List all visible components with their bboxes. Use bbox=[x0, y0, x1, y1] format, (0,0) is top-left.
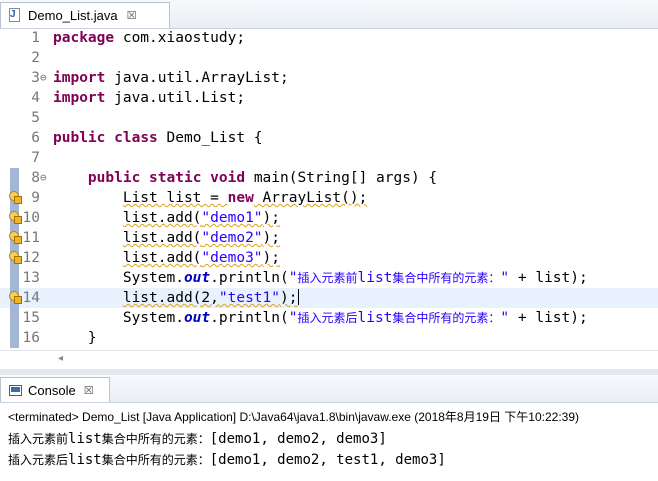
code-line: 6 public class Demo_List { bbox=[0, 128, 658, 148]
editor-tab-demo-list[interactable]: J Demo_List.java ☒ bbox=[0, 2, 170, 28]
code-line: 1 package com.xiaostudy; bbox=[0, 28, 658, 48]
code-text: import java.util.List; bbox=[53, 90, 246, 106]
fold-toggle-icon[interactable]: ⊖ bbox=[40, 168, 47, 188]
code-text: list.add("demo2"); bbox=[122, 230, 280, 246]
line-number: 8 bbox=[31, 170, 40, 186]
code-line: 10 list.add("demo1"); bbox=[0, 208, 658, 228]
code-text: public static void main(String[] args) { bbox=[87, 170, 438, 186]
code-text: list.add(2,"test1"); bbox=[122, 289, 300, 306]
code-text: System.out.println("插入元素前list集合中所有的元素：" … bbox=[122, 270, 588, 286]
line-number: 16 bbox=[22, 330, 40, 346]
code-text: List list = new ArrayList(); bbox=[122, 190, 368, 206]
editor-panel: J Demo_List.java ☒ 1 package com.xiaostu… bbox=[0, 0, 658, 369]
console-tab-bar: Console ☒ bbox=[0, 375, 658, 403]
line-number: 6 bbox=[31, 130, 40, 146]
line-number: 15 bbox=[22, 310, 40, 326]
code-line: 2 bbox=[0, 48, 658, 68]
code-line: 13 System.out.println("插入元素前list集合中所有的元素… bbox=[0, 268, 658, 288]
code-text: list.add("demo1"); bbox=[122, 210, 280, 226]
editor-tab-bar: J Demo_List.java ☒ bbox=[0, 0, 658, 29]
line-number: 5 bbox=[31, 110, 40, 126]
line-number: 3 bbox=[31, 70, 40, 86]
code-line: 16 } bbox=[0, 328, 658, 348]
console-panel: Console ☒ <terminated> Demo_List [Java A… bbox=[0, 375, 658, 481]
console-icon bbox=[9, 384, 22, 396]
code-line: 5 bbox=[0, 108, 658, 128]
code-line-current: 14 list.add(2,"test1"); bbox=[0, 288, 658, 308]
code-text: package com.xiaostudy; bbox=[53, 30, 246, 46]
line-number: 11 bbox=[22, 230, 40, 246]
code-text: } bbox=[87, 330, 97, 346]
code-line: 9 List list = new ArrayList(); bbox=[0, 188, 658, 208]
text-caret bbox=[298, 289, 300, 305]
line-number: 7 bbox=[31, 150, 40, 166]
console-output-line: 插入元素前list集合中所有的元素：[demo1, demo2, demo3] bbox=[8, 431, 387, 447]
console-status-line: <terminated> Demo_List [Java Application… bbox=[8, 410, 579, 424]
line-number: 2 bbox=[31, 50, 40, 66]
java-file-icon: J bbox=[9, 8, 22, 23]
line-number: 10 bbox=[22, 210, 40, 226]
close-icon[interactable]: ☒ bbox=[84, 384, 94, 397]
horizontal-scrollbar[interactable]: ◂ bbox=[0, 350, 658, 369]
line-number: 13 bbox=[22, 270, 40, 286]
code-line: 15 System.out.println("插入元素后list集合中所有的元素… bbox=[0, 308, 658, 328]
code-text: public class Demo_List { bbox=[53, 130, 263, 146]
scroll-left-icon[interactable]: ◂ bbox=[58, 353, 63, 364]
line-number: 14 bbox=[22, 290, 40, 306]
code-line: 7 bbox=[0, 148, 658, 168]
editor-tab-label: Demo_List.java bbox=[28, 8, 118, 23]
console-output-line: 插入元素后list集合中所有的元素：[demo1, demo2, test1, … bbox=[8, 452, 446, 468]
code-line: 11 list.add("demo2"); bbox=[0, 228, 658, 248]
code-line: 8 ⊖ public static void main(String[] arg… bbox=[0, 168, 658, 188]
line-number: 4 bbox=[31, 90, 40, 106]
code-line: 3 ⊖ import java.util.ArrayList; bbox=[0, 68, 658, 88]
line-number: 1 bbox=[31, 30, 40, 46]
code-editor[interactable]: 1 package com.xiaostudy; 2 3 ⊖ import ja… bbox=[0, 28, 658, 350]
code-text: list.add("demo3"); bbox=[122, 250, 280, 266]
code-line: 12 list.add("demo3"); bbox=[0, 248, 658, 268]
code-text: System.out.println("插入元素后list集合中所有的元素：" … bbox=[122, 310, 588, 326]
line-number: 12 bbox=[22, 250, 40, 266]
console-tab-label: Console bbox=[28, 382, 76, 398]
line-number: 9 bbox=[31, 190, 40, 206]
code-text: import java.util.ArrayList; bbox=[53, 70, 289, 86]
fold-toggle-icon[interactable]: ⊖ bbox=[40, 68, 47, 88]
console-tab[interactable]: Console ☒ bbox=[0, 377, 110, 402]
close-icon[interactable]: ☒ bbox=[127, 9, 137, 22]
code-line: 4 import java.util.List; bbox=[0, 88, 658, 108]
